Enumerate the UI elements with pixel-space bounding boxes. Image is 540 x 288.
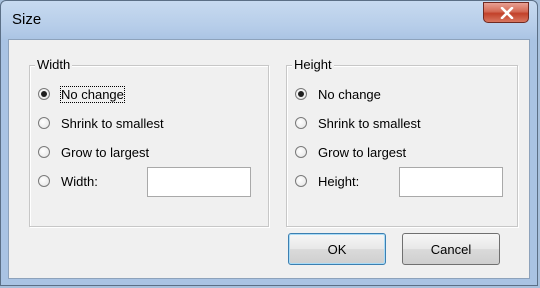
width-shrink-option[interactable]: Shrink to smallest [38,114,164,132]
height-shrink-radio[interactable] [295,117,307,129]
width-custom-label: Width: [61,173,98,189]
ok-button[interactable]: OK [288,233,386,265]
cancel-button[interactable]: Cancel [402,233,500,265]
height-no-change-radio[interactable] [295,88,307,100]
height-input[interactable] [399,167,503,197]
width-grow-radio[interactable] [38,146,50,158]
width-group: Width No change Shrink to smallest Grow … [29,57,269,227]
width-custom-option[interactable]: Width: [38,172,98,190]
width-group-label: Width [35,57,73,73]
width-shrink-radio[interactable] [38,117,50,129]
width-shrink-label: Shrink to smallest [61,115,164,131]
width-grow-label: Grow to largest [61,144,150,160]
height-grow-radio[interactable] [295,146,307,158]
height-grow-option[interactable]: Grow to largest [295,143,406,161]
height-no-change-option[interactable]: No change [295,85,381,103]
height-shrink-option[interactable]: Shrink to smallest [295,114,421,132]
width-no-change-option[interactable]: No change [38,85,125,103]
window-title: Size [12,11,42,28]
height-no-change-label: No change [318,86,381,102]
width-no-change-radio[interactable] [38,88,50,100]
height-custom-option[interactable]: Height: [295,172,359,190]
width-grow-option[interactable]: Grow to largest [38,143,149,161]
height-shrink-label: Shrink to smallest [318,115,421,131]
width-no-change-label: No change [60,85,125,103]
dialog-body: Width No change Shrink to smallest Grow … [8,39,530,279]
width-input[interactable] [147,167,251,197]
height-group-label: Height [292,57,334,73]
height-group: Height No change Shrink to smallest Grow… [286,57,518,227]
title-bar[interactable]: Size [1,1,537,39]
size-dialog: Size Width No change Shrink to smallest … [0,0,538,286]
close-icon [500,7,514,19]
height-grow-label: Grow to largest [318,144,407,160]
height-custom-label: Height: [318,173,360,189]
close-button[interactable] [483,2,529,23]
height-custom-radio[interactable] [295,175,307,187]
width-custom-radio[interactable] [38,175,50,187]
